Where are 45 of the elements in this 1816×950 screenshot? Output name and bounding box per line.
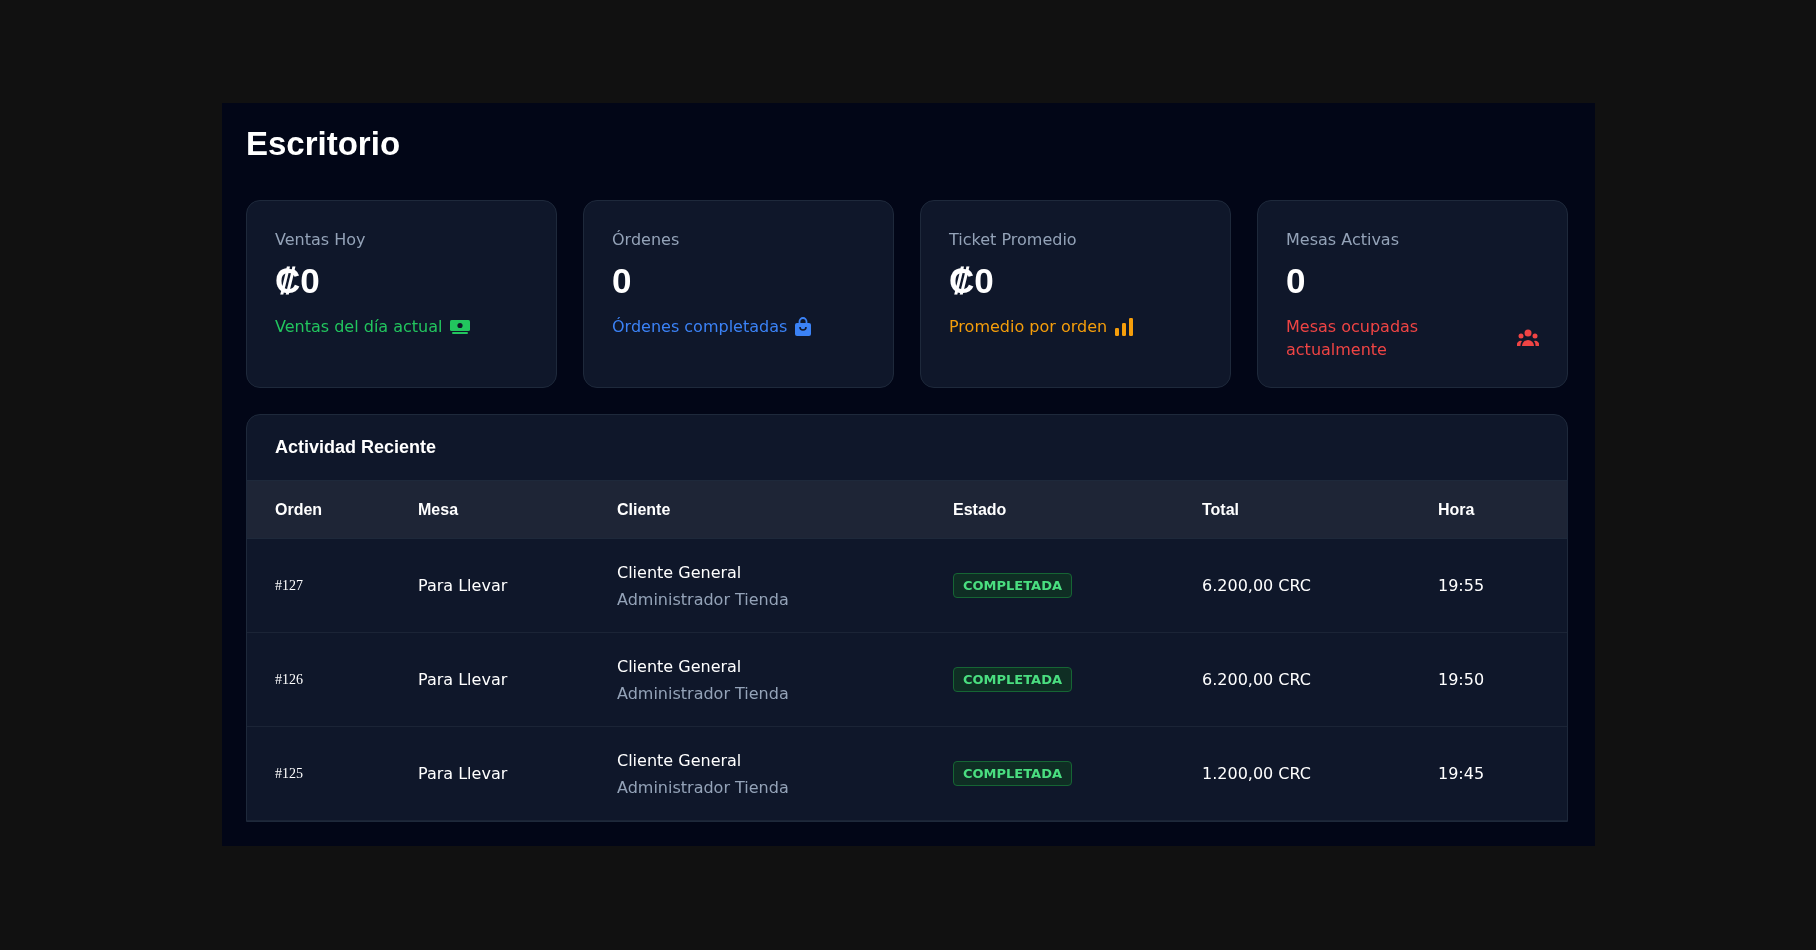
stat-note: Órdenes completadas [612,316,788,338]
column-header: Orden [275,500,324,519]
table-cell: 19:50 [1438,670,1485,689]
status-badge: COMPLETADA [953,761,1072,786]
order-number: #126 [275,671,303,687]
stat-note: Ventas del día actual [275,316,443,338]
table-cell: 19:45 [1438,764,1485,783]
banknote-icon [450,318,471,335]
column-header: Cliente [617,500,672,519]
stat-value: 0 [612,261,633,301]
stat-label: Ticket Promedio [949,230,1078,249]
stat-note: Mesas ocupadas actualmente [1286,316,1420,361]
table-cell: Para Llevar [418,576,508,595]
staff-name: Administrador Tienda [617,777,790,797]
column-header: Estado [953,500,1008,519]
order-number: #125 [275,765,303,781]
status-badge: COMPLETADA [953,667,1072,692]
table-cell: 19:55 [1438,576,1485,595]
stat-label: Mesas Activas [1286,230,1400,249]
stat-label: Ventas Hoy [275,230,367,249]
bar-chart-icon [1115,317,1134,336]
client-name: Cliente General [617,750,743,770]
stat-value: ₡0 [275,261,321,301]
shopping-bag-icon [795,317,812,336]
client-name: Cliente General [617,656,743,676]
column-header: Mesa [418,500,460,519]
order-number: #127 [275,577,303,593]
column-header: Hora [1438,500,1476,519]
status-badge: COMPLETADA [953,573,1072,598]
section-title: Actividad Reciente [274,436,438,459]
stat-label: Órdenes [612,230,681,249]
page-title: Escritorio [246,124,402,164]
staff-name: Administrador Tienda [617,683,790,703]
table-cell: Para Llevar [418,670,508,689]
client-name: Cliente General [617,562,743,582]
table-cell: Para Llevar [418,764,508,783]
people-icon [1517,329,1539,347]
staff-name: Administrador Tienda [617,589,790,609]
stat-value: 0 [1286,261,1307,301]
table-cell: 1.200,00 CRC [1202,764,1311,783]
stat-value: ₡0 [949,261,995,301]
stat-note: Promedio por orden [949,316,1108,338]
column-header: Total [1202,500,1241,519]
table-cell: 6.200,00 CRC [1202,576,1311,595]
table-cell: 6.200,00 CRC [1202,670,1311,689]
